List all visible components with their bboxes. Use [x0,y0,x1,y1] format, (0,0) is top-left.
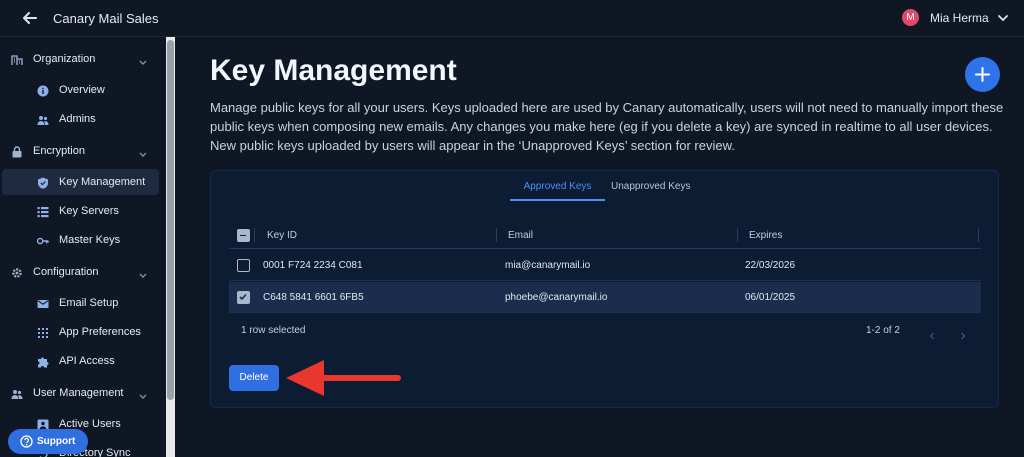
table-header: Key ID Email Expires [229,221,981,249]
sidebar-item-label: Key Management [59,176,146,188]
delete-button[interactable]: Delete [229,365,279,391]
info-icon [37,84,49,97]
column-divider [978,228,979,242]
sidebar-item-master-keys[interactable]: Master Keys [0,227,166,253]
sidebar-item-label: API Access [59,355,115,367]
sidebar-group-user-management[interactable]: User Management [0,380,166,406]
column-header-expires[interactable]: Expires [749,230,782,241]
table-row[interactable]: C648 5841 6601 6FB5 phoebe@canarymail.io… [229,282,981,313]
users-icon [11,387,23,399]
sidebar-item-label: Email Setup [59,297,119,309]
support-button[interactable]: Support [8,429,88,454]
help-circle-icon [20,435,33,448]
sidebar-group-label: User Management [33,387,124,399]
building-icon [11,53,23,65]
email-cell: phoebe@canarymail.io [505,292,608,303]
annotation-arrow [286,360,401,396]
sidebar-group-label: Organization [33,53,96,65]
page-title: Key Management [210,54,457,87]
tab-unapproved-keys[interactable]: Unapproved Keys [611,179,706,201]
sidebar-item-label: Admins [59,113,96,125]
lock-icon [11,145,23,158]
checkmark-icon [239,293,247,301]
back-arrow-icon[interactable] [20,8,40,28]
envelope-icon [37,297,49,309]
dots-grid-icon [37,326,49,338]
sidebar-item-overview[interactable]: Overview [0,77,166,103]
key-id-cell: C648 5841 6601 6FB5 [263,292,364,303]
page-description: Manage public keys for all your users. K… [210,100,1004,153]
top-bar: Canary Mail Sales M Mia Herma [0,0,1024,37]
row-checkbox[interactable] [237,259,250,272]
chevron-right-icon[interactable] [959,327,967,340]
user-name[interactable]: Mia Herma [930,11,989,25]
puzzle-icon [37,355,49,368]
column-divider [496,228,497,242]
shield-check-icon [37,176,49,189]
sidebar-item-label: Overview [59,84,105,96]
key-id-cell: 0001 F724 2234 C081 [263,260,363,271]
users-icon [37,113,49,125]
sidebar-group-configuration[interactable]: Configuration [0,259,166,285]
column-header-email[interactable]: Email [508,230,533,241]
sidebar-group-organization[interactable]: Organization [0,46,166,72]
row-checkbox[interactable] [237,291,250,304]
gear-icon [11,266,23,278]
add-key-button[interactable] [965,57,1000,92]
chevron-down-icon [138,267,148,278]
sidebar-item-key-servers[interactable]: Key Servers [0,198,166,224]
selection-count: 1 row selected [241,325,306,336]
sidebar-item-admins[interactable]: Admins [0,106,166,132]
sidebar-item-app-preferences[interactable]: App Preferences [0,319,166,345]
chevron-down-icon [138,146,148,157]
sidebar-item-key-management[interactable]: Key Management [2,169,159,195]
column-divider [254,228,255,242]
expires-cell: 22/03/2026 [745,260,796,271]
sidebar-item-label: Master Keys [59,234,121,246]
table-row[interactable]: 0001 F724 2234 C081 mia@canarymail.io 22… [229,250,981,281]
column-divider [737,228,738,242]
sidebar-item-email-setup[interactable]: Email Setup [0,290,166,316]
tab-approved-keys[interactable]: Approved Keys [510,179,605,201]
sidebar-group-label: Configuration [33,266,99,278]
chevron-left-icon[interactable] [928,327,936,340]
sidebar-scrollbar-thumb[interactable] [167,40,174,400]
app-title: Canary Mail Sales [53,11,159,26]
sidebar-group-encryption[interactable]: Encryption [0,138,166,164]
column-header-key-id[interactable]: Key ID [267,230,297,241]
avatar[interactable]: M [902,9,919,26]
sidebar-item-label: App Preferences [59,326,141,338]
chevron-down-icon[interactable] [996,11,1010,25]
chevron-down-icon [138,388,148,399]
expires-cell: 06/01/2025 [745,292,796,303]
select-all-checkbox[interactable] [237,229,250,242]
plus-icon [975,67,990,82]
email-cell: mia@canarymail.io [505,260,591,271]
sidebar-group-label: Encryption [33,145,85,157]
sidebar-item-api-access[interactable]: API Access [0,348,166,374]
sidebar-item-label: Key Servers [59,205,119,217]
list-icon [37,205,49,218]
chevron-down-icon [138,54,148,65]
pagination-text: 1-2 of 2 [866,325,900,336]
support-label: Support [37,436,76,447]
key-icon [36,234,49,246]
